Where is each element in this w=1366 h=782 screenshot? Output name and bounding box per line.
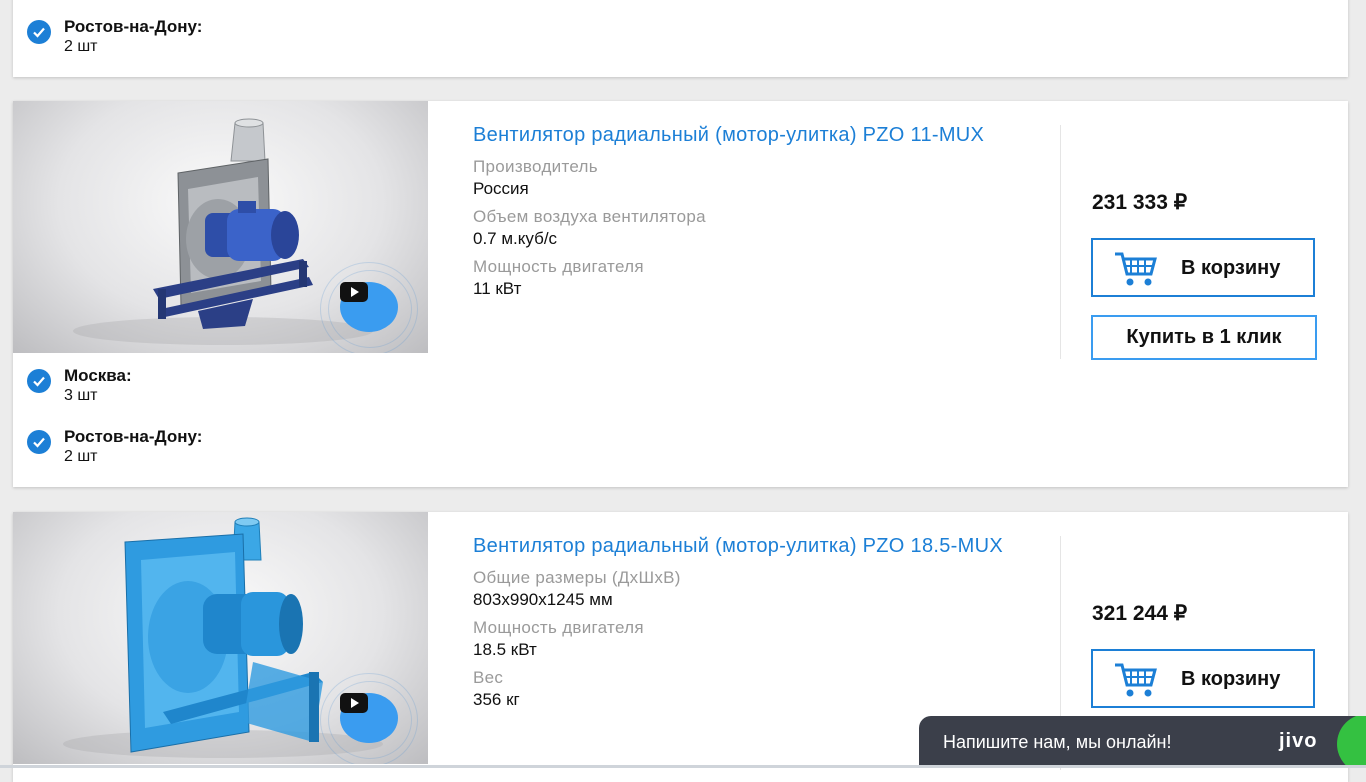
video-button[interactable] bbox=[313, 673, 425, 764]
product-image[interactable] bbox=[13, 101, 428, 353]
stock-qty: 2 шт bbox=[64, 38, 98, 55]
stock-city: Москва: bbox=[64, 366, 132, 385]
spec-value: Россия bbox=[473, 179, 529, 198]
spec-label: Объем воздуха вентилятора bbox=[473, 207, 706, 226]
divider bbox=[1060, 125, 1061, 359]
spec-label: Мощность двигателя bbox=[473, 618, 644, 637]
product-title-link[interactable]: Вентилятор радиальный (мотор-улитка) PZO… bbox=[473, 121, 1028, 149]
check-circle-icon bbox=[27, 369, 51, 393]
add-to-cart-button[interactable]: В корзину bbox=[1091, 238, 1315, 297]
stock-qty: 2 шт bbox=[64, 448, 98, 465]
add-to-cart-label: В корзину bbox=[1181, 257, 1281, 279]
video-button[interactable] bbox=[313, 262, 425, 353]
product-card: Вентилятор радиальный (мотор-улитка) PZO… bbox=[13, 101, 1348, 487]
spec-value: 0.7 м.куб/с bbox=[473, 229, 558, 248]
spec-value: 11 кВт bbox=[473, 279, 522, 298]
product-price: 321 244 ₽ bbox=[1092, 602, 1188, 625]
stock-qty: 3 шт bbox=[64, 387, 98, 404]
product-info: Вентилятор радиальный (мотор-улитка) PZO… bbox=[473, 121, 1033, 299]
jivo-logo: jivo bbox=[1279, 730, 1318, 752]
spec-value: 356 кг bbox=[473, 690, 520, 709]
product-image[interactable] bbox=[13, 512, 428, 764]
online-indicator bbox=[1337, 716, 1366, 768]
cart-icon bbox=[1115, 252, 1157, 286]
spec-label: Вес bbox=[473, 668, 504, 687]
spec-label: Мощность двигателя bbox=[473, 257, 644, 276]
stock-city: Ростов-на-Дону: bbox=[64, 427, 203, 446]
add-to-cart-button[interactable]: В корзину bbox=[1091, 649, 1315, 708]
buy-one-click-button[interactable]: Купить в 1 клик bbox=[1091, 315, 1317, 360]
product-title-link[interactable]: Вентилятор радиальный (мотор-улитка) PZO… bbox=[473, 532, 1028, 560]
chat-widget[interactable]: Напишите нам, мы онлайн! jivo bbox=[919, 716, 1366, 768]
play-icon[interactable] bbox=[340, 282, 398, 332]
stock-city: Ростов-на-Дону: bbox=[64, 17, 203, 36]
spec-label: Общие размеры (ДхШхВ) bbox=[473, 568, 681, 587]
spec-value: 803x990x1245 мм bbox=[473, 590, 613, 609]
product-price: 231 333 ₽ bbox=[1092, 191, 1188, 214]
play-icon[interactable] bbox=[340, 693, 398, 743]
chat-widget-text[interactable]: Напишите нам, мы онлайн! bbox=[943, 732, 1171, 753]
cart-icon bbox=[1115, 663, 1157, 697]
product-card-previous: Ростов-на-Дону: 2 шт bbox=[13, 0, 1348, 77]
spec-value: 18.5 кВт bbox=[473, 640, 537, 659]
check-circle-icon bbox=[27, 20, 51, 44]
product-info: Вентилятор радиальный (мотор-улитка) PZO… bbox=[473, 532, 1033, 710]
spec-label: Производитель bbox=[473, 157, 598, 176]
add-to-cart-label: В корзину bbox=[1181, 668, 1281, 690]
check-circle-icon bbox=[27, 430, 51, 454]
